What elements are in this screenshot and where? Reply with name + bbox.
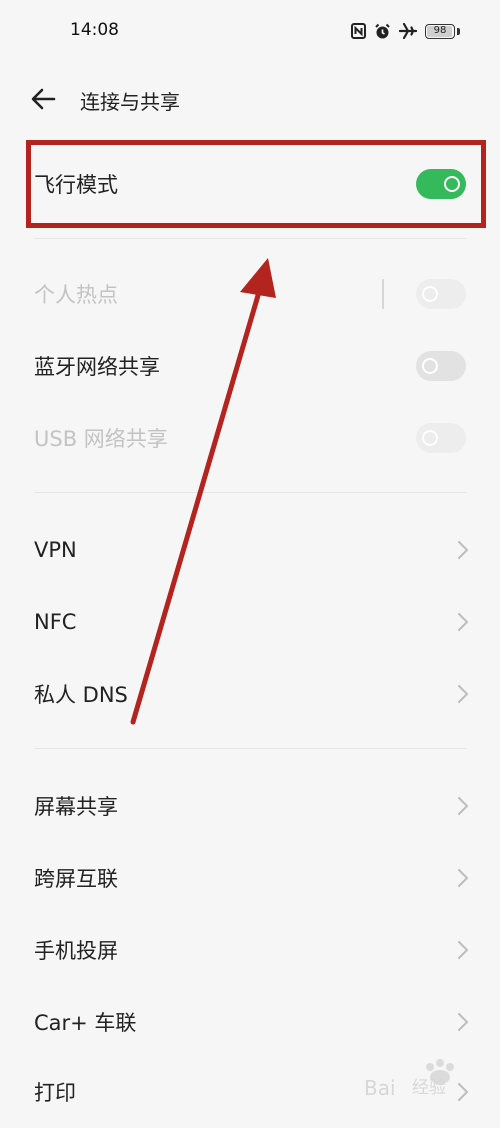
screen-share-row[interactable]: 屏幕共享: [0, 770, 500, 842]
screen-cast-row[interactable]: 手机投屏: [0, 914, 500, 986]
row-separator: [382, 279, 384, 309]
screen-cast-label: 手机投屏: [34, 939, 118, 963]
chevron-right-icon: [458, 941, 469, 959]
chevron-right-icon: [458, 685, 469, 703]
toggle-knob: [422, 430, 438, 446]
usb-tethering-row[interactable]: USB 网络共享: [0, 402, 500, 474]
battery-tip: [457, 27, 460, 35]
alarm-icon: [375, 23, 390, 38]
chevron-right-icon: [458, 797, 469, 815]
vpn-label: VPN: [34, 538, 77, 562]
personal-hotspot-row[interactable]: 个人热点: [0, 258, 500, 330]
car-connect-row[interactable]: Car+ 车联: [0, 986, 500, 1058]
chevron-right-icon: [458, 613, 469, 631]
toggle-knob: [422, 286, 438, 302]
battery-icon: 98: [425, 23, 455, 39]
chevron-right-icon: [458, 869, 469, 887]
airplane-icon: [399, 23, 417, 39]
cross-screen-row[interactable]: 跨屏互联: [0, 842, 500, 914]
nfc-icon: [351, 23, 366, 39]
divider: [34, 238, 466, 239]
private-dns-label: 私人 DNS: [34, 683, 128, 707]
chevron-right-icon: [458, 1013, 469, 1031]
toggle-knob: [422, 358, 438, 374]
watermark-logo: Bai 经验: [364, 1059, 454, 1100]
personal-hotspot-label: 个人热点: [34, 283, 118, 307]
bluetooth-tethering-row[interactable]: 蓝牙网络共享: [0, 330, 500, 402]
divider: [34, 492, 466, 493]
usb-tethering-label: USB 网络共享: [34, 427, 168, 451]
chevron-right-icon: [458, 541, 469, 559]
bluetooth-tethering-toggle[interactable]: [416, 351, 466, 381]
svg-text:经验: 经验: [412, 1078, 446, 1098]
status-icons: 98: [351, 22, 460, 40]
screen-share-label: 屏幕共享: [34, 795, 118, 819]
divider: [34, 748, 466, 749]
annotation-highlight-box: [26, 140, 486, 228]
page-header: 连接与共享: [0, 70, 500, 126]
nfc-label: NFC: [34, 610, 77, 634]
cross-screen-label: 跨屏互联: [34, 867, 118, 891]
car-connect-label: Car+ 车联: [34, 1011, 137, 1035]
battery-percent: 98: [433, 24, 447, 36]
vpn-row[interactable]: VPN: [0, 514, 500, 586]
personal-hotspot-toggle[interactable]: [416, 279, 466, 309]
status-bar: 14:08 98: [0, 0, 500, 62]
back-arrow-icon[interactable]: [26, 82, 60, 116]
private-dns-row[interactable]: 私人 DNS: [0, 658, 500, 730]
usb-tethering-toggle[interactable]: [416, 423, 466, 453]
page-title: 连接与共享: [80, 90, 180, 114]
bluetooth-tethering-label: 蓝牙网络共享: [34, 355, 160, 379]
svg-text:Bai: Bai: [364, 1076, 396, 1100]
status-time: 14:08: [70, 20, 119, 40]
print-label: 打印: [34, 1081, 76, 1105]
nfc-row[interactable]: NFC: [0, 586, 500, 658]
